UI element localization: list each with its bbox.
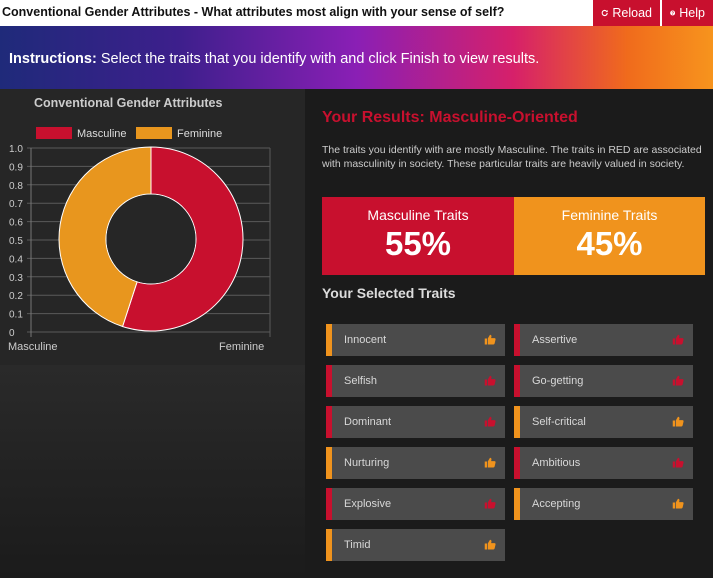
window-title: Conventional Gender Attributes - What at… [2,5,505,19]
trait-color-bar [326,447,332,479]
thumbs-up-icon [484,334,496,345]
y-tick-label: 0.8 [9,181,23,192]
y-tick-label: 0.1 [9,310,23,321]
trait-tile-selfish[interactable]: Selfish [326,365,505,397]
help-label: Help [679,6,705,20]
feminine-traits-label: Feminine Traits [561,207,658,223]
masculine-traits-label: Masculine Traits [367,207,469,223]
legend-swatch [136,127,172,139]
legend-label: Masculine [77,128,127,140]
trait-color-bar [514,488,520,520]
thumbs-up-icon [672,416,684,427]
feminine-traits-value: 45% [576,225,643,262]
y-tick-label: 0.3 [9,273,23,284]
trait-color-bar [514,447,520,479]
trait-name: Go-getting [532,375,584,387]
y-tick-label: 0.7 [9,199,23,210]
title-bar: Conventional Gender Attributes - What at… [0,0,713,26]
thumbs-up-icon [484,416,496,427]
legend-swatch [36,127,72,139]
selected-traits-heading: Your Selected Traits [322,285,456,301]
results-panel: Your Results: Masculine-Oriented The tra… [305,89,713,578]
y-tick-label: 0 [9,328,15,339]
trait-color-bar [326,365,332,397]
instructions-label: Instructions: [9,51,97,67]
donut-hole [106,194,196,284]
thumbs-up-icon [484,539,496,550]
feminine-percent-box: Feminine Traits 45% [514,197,705,275]
trait-tile-self-critical[interactable]: Self-critical [514,406,693,438]
masculine-percent-box: Masculine Traits 55% [322,197,514,275]
x-tick-label: Masculine [8,341,58,353]
thumbs-up-icon [672,457,684,468]
trait-name: Assertive [532,334,578,346]
trait-name: Timid [344,539,371,551]
trait-name: Ambitious [532,457,581,469]
thumbs-up-icon [484,375,496,386]
trait-tile-innocent[interactable]: Innocent [326,324,505,356]
y-tick-label: 0.5 [9,236,23,247]
donut-chart: Masculine Feminine 1.0 0.9 0.8 0.7 0.6 0.5 0.4 0.… [8,127,271,353]
trait-tile-nurturing[interactable]: Nurturing [326,447,505,479]
reload-label: Reload [612,6,652,20]
trait-color-bar [326,488,332,520]
trait-name: Nurturing [344,457,390,469]
instructions-text: Select the traits that you identify with… [96,51,540,67]
trait-color-bar [326,324,332,356]
y-tick-label: 0.9 [9,162,23,173]
results-heading: Your Results: Masculine-Oriented [322,109,578,126]
chart-panel: Conventional Gender Attributes Masculine… [0,89,305,578]
trait-tile-explosive[interactable]: Explosive [326,488,505,520]
trait-name: Explosive [344,498,392,510]
trait-name: Innocent [344,334,387,346]
trait-name: Dominant [344,416,392,428]
trait-color-bar [514,406,520,438]
results-description: The traits you identify with are mostly … [322,144,702,170]
y-tick-label: 1.0 [9,144,23,155]
refresh-icon [601,9,608,17]
instructions-banner: Instructions: Select the traits that you… [0,26,713,89]
trait-name: Accepting [532,498,581,510]
trait-name: Self-critical [532,416,586,428]
y-tick-label: 0.2 [9,291,23,302]
trait-name: Selfish [344,375,378,387]
trait-tile-go-getting[interactable]: Go-getting [514,365,693,397]
masculine-traits-value: 55% [384,225,452,262]
question-circle-icon [670,10,676,16]
help-button[interactable]: Help [662,0,713,26]
trait-tile-accepting[interactable]: Accepting [514,488,693,520]
trait-tile-ambitious[interactable]: Ambitious [514,447,693,479]
instructions: Instructions: Select the traits that you… [9,51,539,67]
trait-color-bar [514,365,520,397]
y-tick-label: 0.6 [9,218,23,229]
trait-tile-timid[interactable]: Timid [326,529,505,561]
trait-color-bar [514,324,520,356]
legend-label: Feminine [177,128,222,140]
thumbs-up-icon [672,375,684,386]
thumbs-up-icon [672,498,684,509]
trait-color-bar [326,529,332,561]
thumbs-up-icon [484,457,496,468]
trait-tile-dominant[interactable]: Dominant [326,406,505,438]
x-tick-label: Feminine [219,341,264,353]
y-tick-label: 0.4 [9,254,23,265]
trait-tile-assertive[interactable]: Assertive [514,324,693,356]
reload-button[interactable]: Reload [593,0,660,26]
trait-color-bar [326,406,332,438]
thumbs-up-icon [672,334,684,345]
thumbs-up-icon [484,498,496,509]
